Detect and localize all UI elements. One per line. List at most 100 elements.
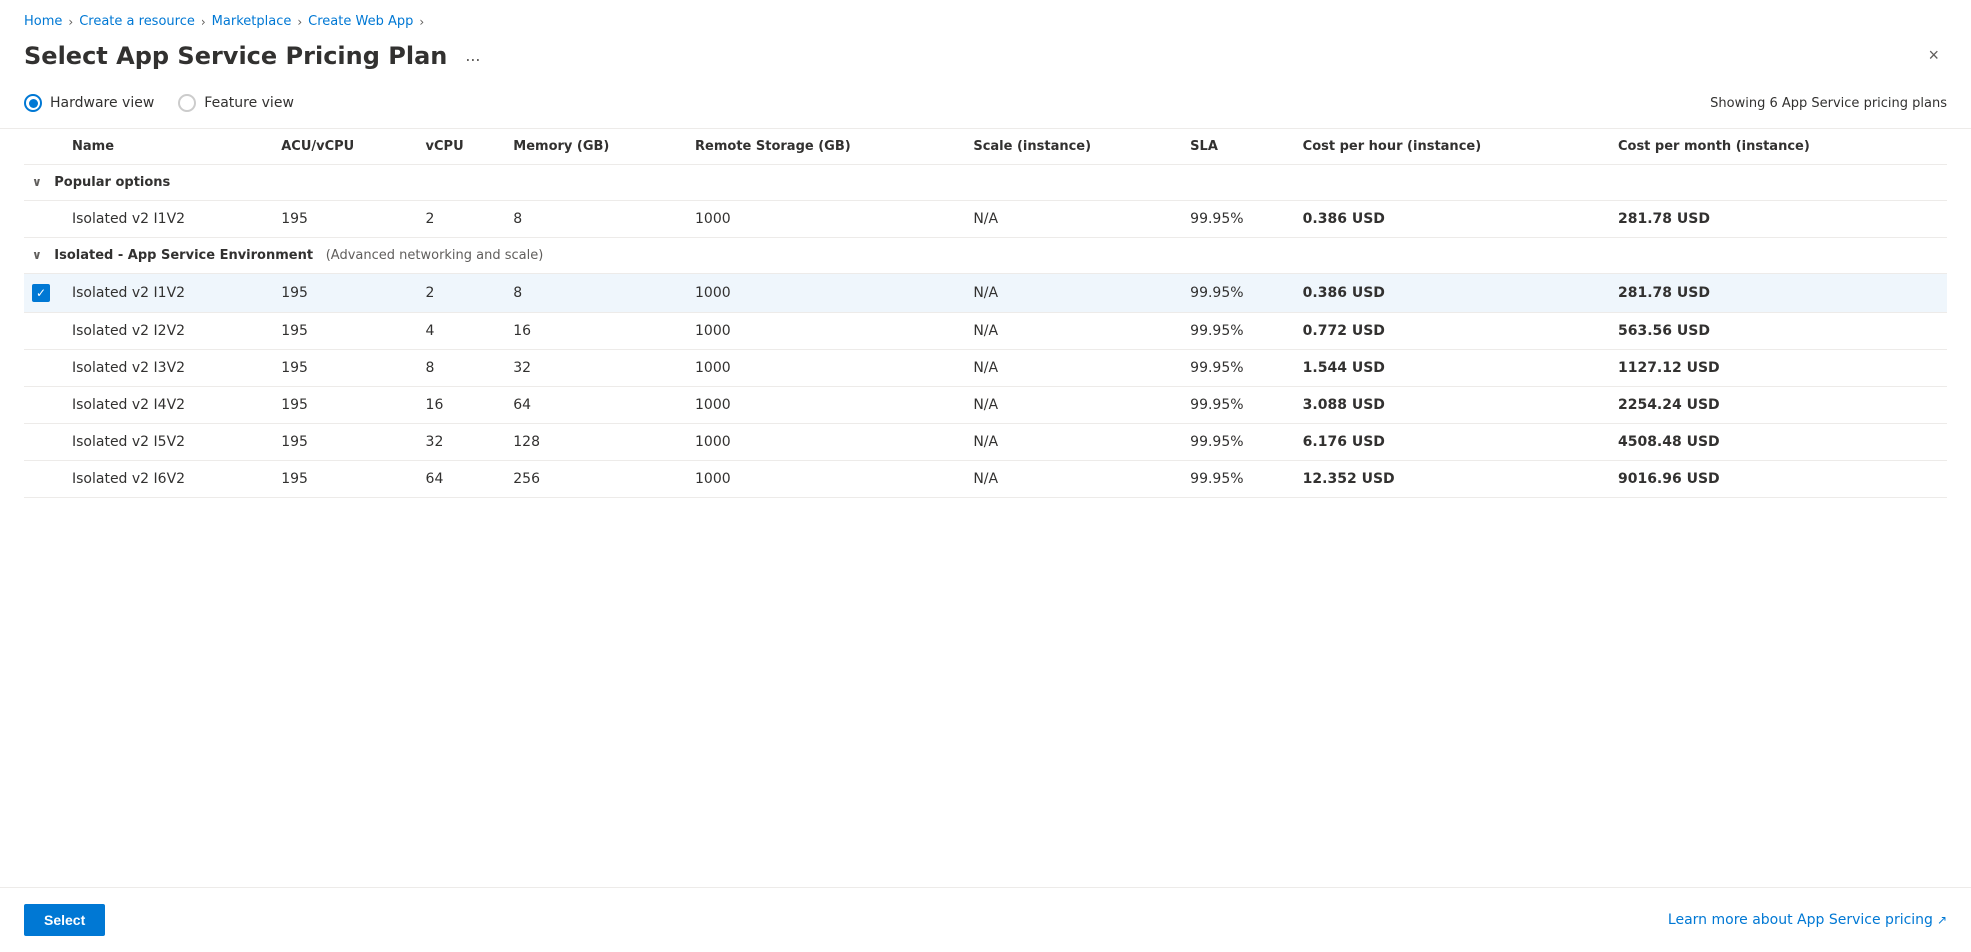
row-scale: N/A bbox=[965, 201, 1182, 238]
row-scale: N/A bbox=[965, 387, 1182, 424]
breadcrumb-marketplace[interactable]: Marketplace bbox=[212, 14, 292, 29]
table-row[interactable]: Isolated v2 I3V2 195 8 32 1000 N/A 99.95… bbox=[24, 350, 1947, 387]
row-sla: 99.95% bbox=[1182, 350, 1295, 387]
row-sla: 99.95% bbox=[1182, 387, 1295, 424]
row-scale: N/A bbox=[965, 350, 1182, 387]
showing-count: Showing 6 App Service pricing plans bbox=[1710, 96, 1947, 111]
row-vcpu: 16 bbox=[418, 387, 506, 424]
row-name: Isolated v2 I1V2 bbox=[64, 274, 273, 313]
table-row[interactable]: Isolated v2 I4V2 195 16 64 1000 N/A 99.9… bbox=[24, 387, 1947, 424]
row-cost-hour: 3.088 USD bbox=[1295, 387, 1610, 424]
checkbox-checked: ✓ bbox=[32, 284, 50, 302]
row-check-cell bbox=[24, 461, 64, 498]
page-title: Select App Service Pricing Plan bbox=[24, 42, 447, 70]
feature-view-label: Feature view bbox=[204, 95, 294, 111]
learn-more-link[interactable]: Learn more about App Service pricing ↗ bbox=[1668, 912, 1947, 928]
row-cost-hour: 0.386 USD bbox=[1295, 274, 1610, 313]
row-sla: 99.95% bbox=[1182, 461, 1295, 498]
row-cost-hour: 6.176 USD bbox=[1295, 424, 1610, 461]
close-button[interactable]: × bbox=[1920, 41, 1947, 70]
row-scale: N/A bbox=[965, 461, 1182, 498]
row-name: Isolated v2 I6V2 bbox=[64, 461, 273, 498]
breadcrumb-sep2: › bbox=[201, 15, 206, 29]
select-button[interactable]: Select bbox=[24, 904, 105, 936]
group-label: Isolated - App Service Environment bbox=[54, 248, 313, 263]
row-sla: 99.95% bbox=[1182, 313, 1295, 350]
row-memory: 256 bbox=[505, 461, 687, 498]
col-acu: ACU/vCPU bbox=[273, 129, 417, 165]
row-storage: 1000 bbox=[687, 313, 965, 350]
hardware-view-label: Hardware view bbox=[50, 95, 154, 111]
row-sla: 99.95% bbox=[1182, 274, 1295, 313]
row-scale: N/A bbox=[965, 274, 1182, 313]
row-cost-month: 281.78 USD bbox=[1610, 201, 1947, 238]
row-storage: 1000 bbox=[687, 201, 965, 238]
row-cost-hour: 12.352 USD bbox=[1295, 461, 1610, 498]
hardware-view-radio[interactable] bbox=[24, 94, 42, 112]
row-sla: 99.95% bbox=[1182, 201, 1295, 238]
row-memory: 8 bbox=[505, 201, 687, 238]
col-storage: Remote Storage (GB) bbox=[687, 129, 965, 165]
row-vcpu: 2 bbox=[418, 201, 506, 238]
row-check-cell bbox=[24, 350, 64, 387]
group-header-isolated[interactable]: ∨ Isolated - App Service Environment (Ad… bbox=[24, 238, 1947, 274]
table-row[interactable]: ✓ Isolated v2 I1V2 195 2 8 1000 N/A 99.9… bbox=[24, 274, 1947, 313]
col-sla: SLA bbox=[1182, 129, 1295, 165]
row-vcpu: 32 bbox=[418, 424, 506, 461]
view-toggle-bar: Hardware view Feature view Showing 6 App… bbox=[0, 86, 1971, 128]
row-memory: 8 bbox=[505, 274, 687, 313]
group-header-popular[interactable]: ∨ Popular options bbox=[24, 165, 1947, 201]
feature-view-option[interactable]: Feature view bbox=[178, 94, 294, 112]
table-row[interactable]: Isolated v2 I2V2 195 4 16 1000 N/A 99.95… bbox=[24, 313, 1947, 350]
breadcrumb: Home › Create a resource › Marketplace ›… bbox=[0, 0, 1971, 37]
row-acu: 195 bbox=[273, 274, 417, 313]
row-memory: 16 bbox=[505, 313, 687, 350]
col-vcpu: vCPU bbox=[418, 129, 506, 165]
row-cost-month: 563.56 USD bbox=[1610, 313, 1947, 350]
row-vcpu: 4 bbox=[418, 313, 506, 350]
row-storage: 1000 bbox=[687, 424, 965, 461]
learn-more-text: Learn more about App Service pricing bbox=[1668, 912, 1933, 928]
group-subtitle: (Advanced networking and scale) bbox=[322, 248, 544, 263]
row-acu: 195 bbox=[273, 350, 417, 387]
chevron-icon: ∨ bbox=[32, 175, 42, 189]
row-name: Isolated v2 I1V2 bbox=[64, 201, 273, 238]
row-name: Isolated v2 I5V2 bbox=[64, 424, 273, 461]
row-scale: N/A bbox=[965, 424, 1182, 461]
table-row[interactable]: Isolated v2 I5V2 195 32 128 1000 N/A 99.… bbox=[24, 424, 1947, 461]
row-acu: 195 bbox=[273, 461, 417, 498]
col-cost-hour: Cost per hour (instance) bbox=[1295, 129, 1610, 165]
row-cost-month: 4508.48 USD bbox=[1610, 424, 1947, 461]
table-row[interactable]: Isolated v2 I1V2 195 2 8 1000 N/A 99.95%… bbox=[24, 201, 1947, 238]
row-storage: 1000 bbox=[687, 387, 965, 424]
row-storage: 1000 bbox=[687, 350, 965, 387]
row-cost-month: 9016.96 USD bbox=[1610, 461, 1947, 498]
breadcrumb-sep4: › bbox=[419, 15, 424, 29]
row-acu: 195 bbox=[273, 387, 417, 424]
breadcrumb-create-resource[interactable]: Create a resource bbox=[79, 14, 195, 29]
row-acu: 195 bbox=[273, 424, 417, 461]
row-acu: 195 bbox=[273, 201, 417, 238]
row-cost-month: 1127.12 USD bbox=[1610, 350, 1947, 387]
row-cost-hour: 0.772 USD bbox=[1295, 313, 1610, 350]
table-row[interactable]: Isolated v2 I6V2 195 64 256 1000 N/A 99.… bbox=[24, 461, 1947, 498]
pricing-table-container: Name ACU/vCPU vCPU Memory (GB) Remote St… bbox=[0, 128, 1971, 498]
row-acu: 195 bbox=[273, 313, 417, 350]
breadcrumb-create-webapp[interactable]: Create Web App bbox=[308, 14, 413, 29]
breadcrumb-sep1: › bbox=[68, 15, 73, 29]
col-scale: Scale (instance) bbox=[965, 129, 1182, 165]
row-name: Isolated v2 I2V2 bbox=[64, 313, 273, 350]
table-header: Name ACU/vCPU vCPU Memory (GB) Remote St… bbox=[24, 129, 1947, 165]
row-vcpu: 8 bbox=[418, 350, 506, 387]
row-cost-hour: 0.386 USD bbox=[1295, 201, 1610, 238]
ellipsis-button[interactable]: ... bbox=[459, 41, 486, 70]
breadcrumb-home[interactable]: Home bbox=[24, 14, 62, 29]
table-body: ∨ Popular options Isolated v2 I1V2 195 2… bbox=[24, 165, 1947, 498]
row-storage: 1000 bbox=[687, 461, 965, 498]
row-name: Isolated v2 I3V2 bbox=[64, 350, 273, 387]
breadcrumb-sep3: › bbox=[297, 15, 302, 29]
feature-view-radio[interactable] bbox=[178, 94, 196, 112]
hardware-view-option[interactable]: Hardware view bbox=[24, 94, 154, 112]
row-storage: 1000 bbox=[687, 274, 965, 313]
row-name: Isolated v2 I4V2 bbox=[64, 387, 273, 424]
